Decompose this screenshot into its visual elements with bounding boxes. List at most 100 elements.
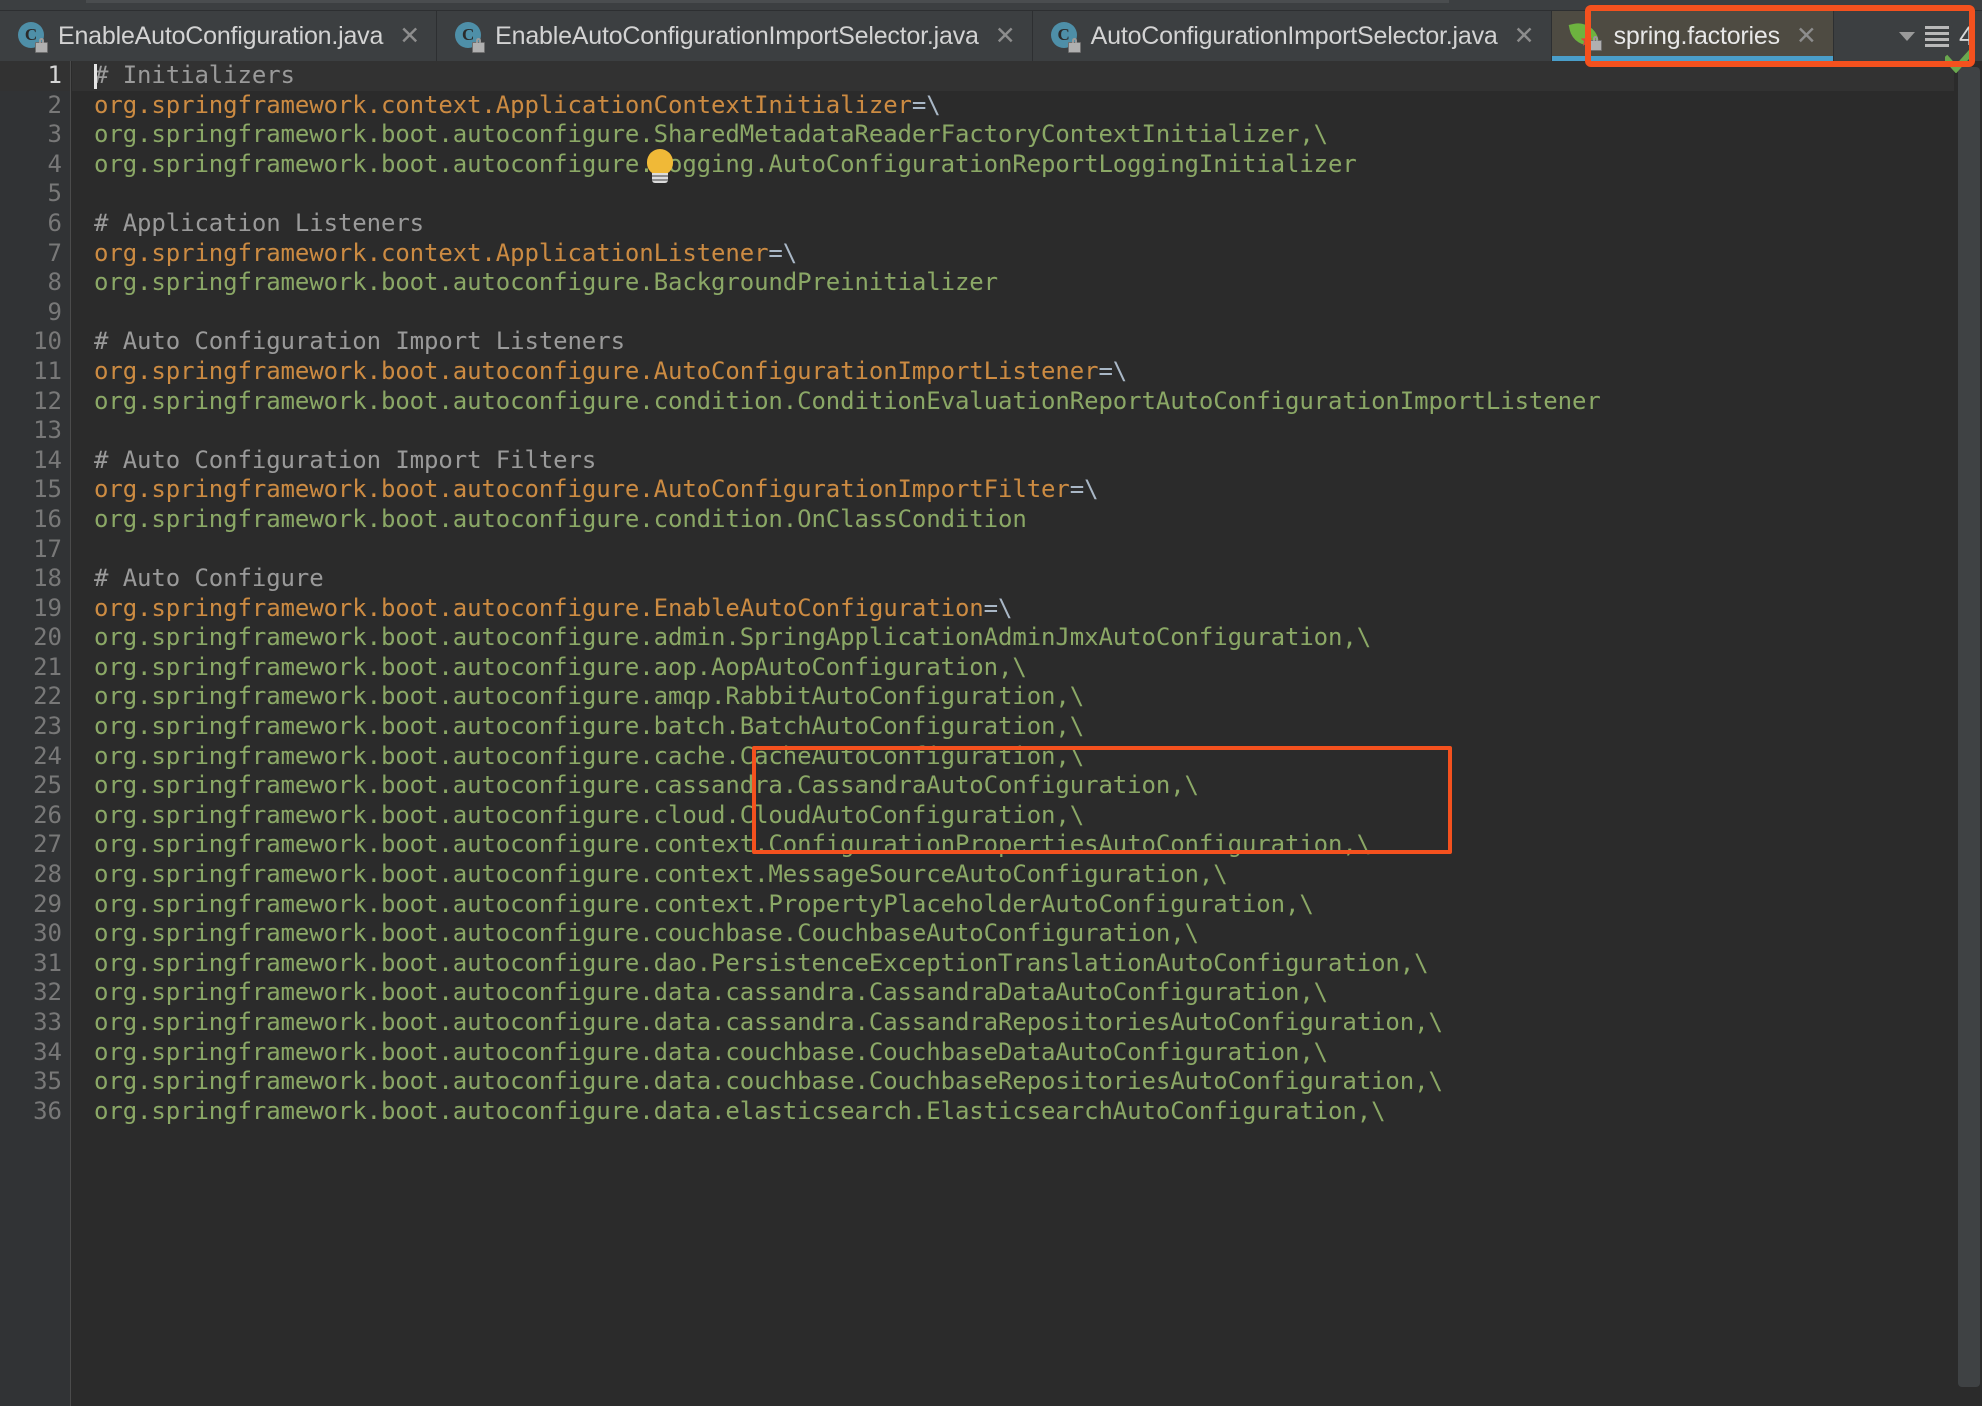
code-token-val: org.springframework.boot.autoconfigure.a… xyxy=(94,623,1372,652)
line-number-gutter[interactable]: 1 2 3 4 5 6 7 8 9 10 11 12 13 14 15 16 17 18 19 20 21 22 23 24 2… xyxy=(0,61,71,1406)
line-number: 10 xyxy=(33,327,62,356)
code-line[interactable]: # Auto Configuration Import Listeners xyxy=(72,327,1982,357)
code-line[interactable]: org.springframework.boot.autoconfigure.a… xyxy=(72,653,1982,683)
inspection-ok-icon[interactable] xyxy=(1945,47,1975,73)
code-line[interactable]: org.springframework.boot.autoconfigure.c… xyxy=(72,860,1982,890)
editor-tab-0[interactable]: C EnableAutoConfiguration.java ✕ xyxy=(0,11,438,61)
code-line[interactable]: org.springframework.boot.autoconfigure.c… xyxy=(72,771,1982,801)
code-line[interactable]: org.springframework.boot.autoconfigure.d… xyxy=(72,1097,1982,1127)
editor-scrollbar-track[interactable] xyxy=(1954,61,1982,1406)
code-line[interactable]: org.springframework.boot.autoconfigure.S… xyxy=(72,120,1982,150)
code-token-comment: # Initializers xyxy=(94,61,295,89)
editor-tab-label: AutoConfigurationImportSelector.java xyxy=(1090,21,1498,50)
lightbulb-base xyxy=(652,173,668,183)
line-number: 31 xyxy=(33,948,62,977)
close-icon[interactable]: ✕ xyxy=(1792,23,1817,49)
code-line[interactable] xyxy=(72,298,1982,328)
line-number: 19 xyxy=(33,593,62,622)
code-line[interactable]: org.springframework.boot.autoconfigure.c… xyxy=(72,387,1982,417)
code-token-comment: # Application Listeners xyxy=(94,208,425,237)
line-number: 16 xyxy=(33,504,62,533)
close-icon[interactable]: ✕ xyxy=(1510,23,1535,49)
editor-tab-1[interactable]: C EnableAutoConfigurationImportSelector.j… xyxy=(437,11,1033,61)
editor-tab-label: spring.factories xyxy=(1613,21,1781,50)
code-token-val: org.springframework.boot.autoconfigure.d… xyxy=(94,1037,1329,1066)
code-token-comment: # Auto Configuration Import Listeners xyxy=(94,327,625,356)
code-line[interactable]: org.springframework.context.ApplicationC… xyxy=(72,91,1982,121)
code-line[interactable]: org.springframework.boot.autoconfigure.b… xyxy=(72,712,1982,742)
line-number: 9 xyxy=(47,297,62,326)
line-number: 33 xyxy=(33,1008,62,1036)
code-token-val: org.springframework.boot.autoconfigure.l… xyxy=(94,149,1357,178)
code-line[interactable]: org.springframework.boot.autoconfigure.d… xyxy=(72,1038,1982,1068)
code-line[interactable]: org.springframework.boot.autoconfigure.c… xyxy=(72,919,1982,949)
code-content[interactable]: # Initializers org.springframework.contex… xyxy=(72,61,1982,1406)
lightbulb-icon[interactable] xyxy=(645,149,677,185)
code-token-val: org.springframework.boot.autoconfigure.a… xyxy=(94,682,1085,711)
code-line[interactable]: org.springframework.boot.autoconfigure.d… xyxy=(72,949,1982,979)
line-number: 26 xyxy=(33,800,62,829)
code-token-val: org.springframework.boot.autoconfigure.b… xyxy=(94,712,1085,741)
line-number: 22 xyxy=(33,682,62,711)
line-number: 2 xyxy=(47,90,62,119)
code-line[interactable]: org.springframework.boot.autoconfigure.c… xyxy=(72,742,1982,772)
code-line[interactable] xyxy=(72,416,1982,446)
code-line[interactable]: org.springframework.boot.autoconfigure.c… xyxy=(72,830,1982,860)
code-line[interactable]: org.springframework.boot.autoconfigure.c… xyxy=(72,890,1982,920)
line-number: 34 xyxy=(33,1037,62,1066)
code-line[interactable]: org.springframework.context.ApplicationL… xyxy=(72,239,1982,269)
java-class-icon: C xyxy=(1050,22,1081,53)
line-number: 7 xyxy=(47,238,62,267)
code-line[interactable]: org.springframework.boot.autoconfigure.c… xyxy=(72,801,1982,831)
text-caret xyxy=(94,64,97,89)
code-line[interactable]: org.springframework.boot.autoconfigure.d… xyxy=(72,1008,1982,1038)
code-token-val: org.springframework.boot.autoconfigure.c… xyxy=(94,889,1314,918)
code-line[interactable]: org.springframework.boot.autoconfigure.d… xyxy=(72,978,1982,1008)
code-line[interactable]: org.springframework.boot.autoconfigure.l… xyxy=(72,150,1982,180)
line-number: 27 xyxy=(33,830,62,859)
close-icon[interactable]: ✕ xyxy=(395,23,420,49)
code-line[interactable] xyxy=(72,535,1982,565)
code-token-val: org.springframework.boot.autoconfigure.c… xyxy=(94,800,1085,829)
code-token-val: org.springframework.boot.autoconfigure.d… xyxy=(94,1008,1443,1036)
editor-tab-2[interactable]: C AutoConfigurationImportSelector.java ✕ xyxy=(1032,11,1552,61)
code-line[interactable]: # Initializers xyxy=(72,61,1982,91)
java-class-icon: C xyxy=(18,22,48,53)
code-line[interactable]: # Auto Configure xyxy=(72,564,1982,594)
code-token-comment: # Auto Configuration Import Filters xyxy=(94,445,597,474)
code-line[interactable]: org.springframework.boot.autoconfigure.a… xyxy=(72,682,1982,712)
line-number: 13 xyxy=(33,416,62,445)
line-number: 12 xyxy=(33,386,62,415)
code-line[interactable]: # Auto Configuration Import Filters xyxy=(72,446,1982,476)
code-line[interactable]: org.springframework.boot.autoconfigure.B… xyxy=(72,268,1982,298)
line-number: 1 xyxy=(0,61,70,91)
code-line[interactable]: org.springframework.boot.autoconfigure.A… xyxy=(72,357,1982,387)
code-token-punct: =\ xyxy=(1098,356,1128,385)
close-icon[interactable]: ✕ xyxy=(991,23,1016,49)
code-line[interactable]: org.springframework.boot.autoconfigure.E… xyxy=(72,594,1982,624)
line-number: 18 xyxy=(33,564,62,593)
line-number: 6 xyxy=(47,208,62,237)
code-line[interactable]: org.springframework.boot.autoconfigure.c… xyxy=(72,505,1982,535)
code-token-val: org.springframework.boot.autoconfigure.c… xyxy=(94,504,1027,533)
line-number: 14 xyxy=(33,445,62,474)
code-token-val: org.springframework.boot.autoconfigure.c… xyxy=(94,741,1085,770)
line-number: 23 xyxy=(33,712,62,741)
code-line[interactable]: org.springframework.boot.autoconfigure.A… xyxy=(72,475,1982,505)
line-number: 28 xyxy=(33,860,62,889)
code-line[interactable]: # Application Listeners xyxy=(72,209,1982,239)
code-token-val: org.springframework.boot.autoconfigure.d… xyxy=(94,1096,1386,1125)
code-line[interactable]: org.springframework.boot.autoconfigure.a… xyxy=(72,623,1982,653)
tab-list-icon[interactable] xyxy=(1924,25,1949,47)
code-editor[interactable]: 1 2 3 4 5 6 7 8 9 10 11 12 13 14 15 16 17 18 19 20 21 22 23 24 2… xyxy=(0,61,1982,1406)
editor-scrollbar-thumb[interactable] xyxy=(1958,67,1980,1387)
toolbar-strip-nub xyxy=(86,0,1449,3)
editor-tab-3[interactable]: spring.factories ✕ xyxy=(1551,11,1834,61)
code-line[interactable]: org.springframework.boot.autoconfigure.d… xyxy=(72,1067,1982,1097)
code-token-key: org.springframework.boot.autoconfigure.A… xyxy=(94,356,1099,385)
code-token-val: org.springframework.boot.autoconfigure.d… xyxy=(94,978,1329,1007)
chevron-down-icon[interactable] xyxy=(1898,31,1915,41)
code-line[interactable] xyxy=(72,179,1982,209)
line-number: 17 xyxy=(33,534,62,563)
toolbar-strip xyxy=(0,0,1982,11)
